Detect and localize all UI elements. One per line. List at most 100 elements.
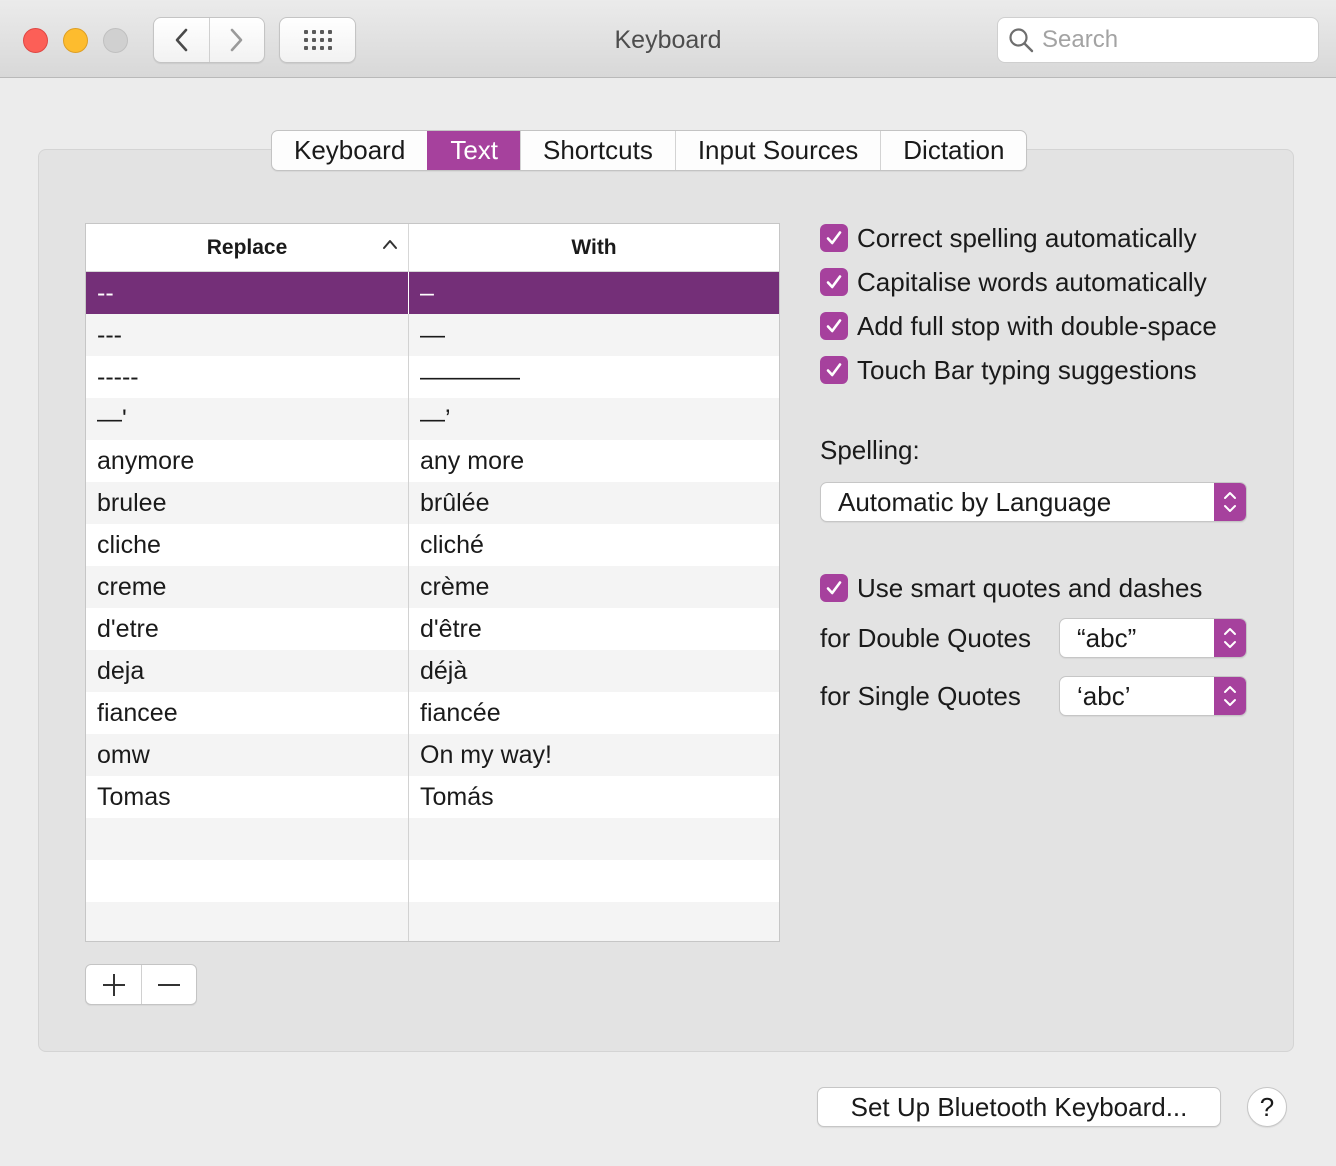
- table-row[interactable]: deja déjà: [86, 650, 779, 692]
- replace-cell[interactable]: cliche: [86, 524, 409, 566]
- empty-row: [86, 902, 779, 941]
- full-stop-checkbox[interactable]: [820, 312, 848, 340]
- empty-cell: [409, 902, 779, 941]
- tab-dictation[interactable]: Dictation: [880, 131, 1026, 170]
- title-bar: Keyboard: [0, 0, 1336, 78]
- search-field[interactable]: [997, 17, 1319, 63]
- table-row[interactable]: anymore any more: [86, 440, 779, 482]
- replace-cell[interactable]: anymore: [86, 440, 409, 482]
- double-quotes-value: “abc”: [1077, 622, 1137, 653]
- with-cell[interactable]: —’: [409, 398, 779, 440]
- with-cell[interactable]: fiancée: [409, 692, 779, 734]
- add-button[interactable]: [86, 965, 141, 1004]
- correct-spelling-checkbox[interactable]: [820, 224, 848, 252]
- table-row[interactable]: Tomas Tomás: [86, 776, 779, 818]
- close-window-button[interactable]: [23, 28, 48, 53]
- tab-shortcuts[interactable]: Shortcuts: [520, 131, 675, 170]
- touch-bar-option[interactable]: Touch Bar typing suggestions: [820, 355, 1197, 385]
- correct-spelling-label: Correct spelling automatically: [857, 222, 1197, 253]
- set-up-bluetooth-keyboard-button[interactable]: Set Up Bluetooth Keyboard...: [817, 1087, 1221, 1127]
- with-cell[interactable]: cliché: [409, 524, 779, 566]
- minimize-window-button[interactable]: [63, 28, 88, 53]
- single-quotes-select[interactable]: ‘abc’: [1059, 676, 1247, 716]
- replace-cell[interactable]: -----: [86, 356, 409, 398]
- capitalise-words-checkbox[interactable]: [820, 268, 848, 296]
- replace-cell[interactable]: fiancee: [86, 692, 409, 734]
- table-row[interactable]: cliche cliché: [86, 524, 779, 566]
- table-row[interactable]: fiancee fiancée: [86, 692, 779, 734]
- sort-ascending-icon: [383, 240, 397, 249]
- grid-icon: [303, 30, 332, 50]
- back-button[interactable]: [154, 18, 209, 62]
- table-row[interactable]: brulee brûlée: [86, 482, 779, 524]
- replace-cell[interactable]: brulee: [86, 482, 409, 524]
- touch-bar-label: Touch Bar typing suggestions: [857, 354, 1197, 385]
- table-body: -- – --- — ----- ———— —' —’ anymore any …: [86, 272, 779, 941]
- smart-quotes-label: Use smart quotes and dashes: [857, 572, 1203, 603]
- replace-cell[interactable]: --: [86, 272, 409, 314]
- with-cell[interactable]: crème: [409, 566, 779, 608]
- search-icon: [1009, 28, 1034, 53]
- empty-row: [86, 860, 779, 902]
- checkmark-icon: [826, 363, 842, 377]
- text-replacement-table[interactable]: Replace With -- – --- — ----- ———— —' —’…: [85, 223, 780, 942]
- smart-quotes-option[interactable]: Use smart quotes and dashes: [820, 573, 1202, 603]
- add-remove-buttons: [85, 964, 197, 1005]
- help-button[interactable]: ?: [1247, 1087, 1287, 1127]
- with-cell[interactable]: déjà: [409, 650, 779, 692]
- checkmark-icon: [826, 319, 842, 333]
- show-all-button[interactable]: [279, 17, 356, 63]
- tab-input-sources[interactable]: Input Sources: [674, 131, 880, 170]
- double-quotes-select[interactable]: “abc”: [1059, 618, 1247, 658]
- remove-button[interactable]: [141, 965, 196, 1004]
- with-cell[interactable]: –: [409, 272, 779, 314]
- empty-cell: [86, 818, 409, 860]
- replace-cell[interactable]: ---: [86, 314, 409, 356]
- table-row[interactable]: --- —: [86, 314, 779, 356]
- forward-button[interactable]: [208, 18, 264, 62]
- correct-spelling-option[interactable]: Correct spelling automatically: [820, 223, 1197, 253]
- empty-cell: [86, 860, 409, 902]
- table-row[interactable]: -- –: [86, 272, 779, 314]
- navigation-buttons: [153, 17, 265, 63]
- capitalise-words-option[interactable]: Capitalise words automatically: [820, 267, 1207, 297]
- chevron-left-icon: [176, 28, 188, 52]
- empty-cell: [409, 860, 779, 902]
- empty-cell: [409, 818, 779, 860]
- column-header-replace[interactable]: Replace: [86, 224, 409, 271]
- with-cell[interactable]: brûlée: [409, 482, 779, 524]
- with-cell[interactable]: any more: [409, 440, 779, 482]
- checkmark-icon: [826, 275, 842, 289]
- column-header-with[interactable]: With: [409, 224, 779, 271]
- tab-text[interactable]: Text: [427, 131, 520, 170]
- minus-icon: [158, 983, 180, 986]
- with-cell[interactable]: On my way!: [409, 734, 779, 776]
- plus-icon: [102, 973, 125, 996]
- table-row[interactable]: creme crème: [86, 566, 779, 608]
- smart-quotes-checkbox[interactable]: [820, 574, 848, 602]
- with-cell[interactable]: d'être: [409, 608, 779, 650]
- popup-arrows-icon: [1214, 677, 1246, 715]
- tab-keyboard[interactable]: Keyboard: [272, 131, 427, 170]
- with-cell[interactable]: —: [409, 314, 779, 356]
- checkmark-icon: [826, 581, 842, 595]
- full-stop-option[interactable]: Add full stop with double-space: [820, 311, 1217, 341]
- replace-cell[interactable]: creme: [86, 566, 409, 608]
- touch-bar-checkbox[interactable]: [820, 356, 848, 384]
- with-cell[interactable]: ————: [409, 356, 779, 398]
- table-row[interactable]: ----- ————: [86, 356, 779, 398]
- table-row[interactable]: —' —’: [86, 398, 779, 440]
- replace-cell[interactable]: d'etre: [86, 608, 409, 650]
- replace-cell[interactable]: deja: [86, 650, 409, 692]
- replace-cell[interactable]: omw: [86, 734, 409, 776]
- empty-row: [86, 818, 779, 860]
- table-row[interactable]: omw On my way!: [86, 734, 779, 776]
- with-cell[interactable]: Tomás: [409, 776, 779, 818]
- replace-cell[interactable]: —': [86, 398, 409, 440]
- spelling-select[interactable]: Automatic by Language: [820, 482, 1247, 522]
- table-row[interactable]: d'etre d'être: [86, 608, 779, 650]
- replace-cell[interactable]: Tomas: [86, 776, 409, 818]
- capitalise-words-label: Capitalise words automatically: [857, 266, 1207, 297]
- search-input[interactable]: [1042, 26, 1312, 54]
- table-header: Replace With: [86, 224, 779, 272]
